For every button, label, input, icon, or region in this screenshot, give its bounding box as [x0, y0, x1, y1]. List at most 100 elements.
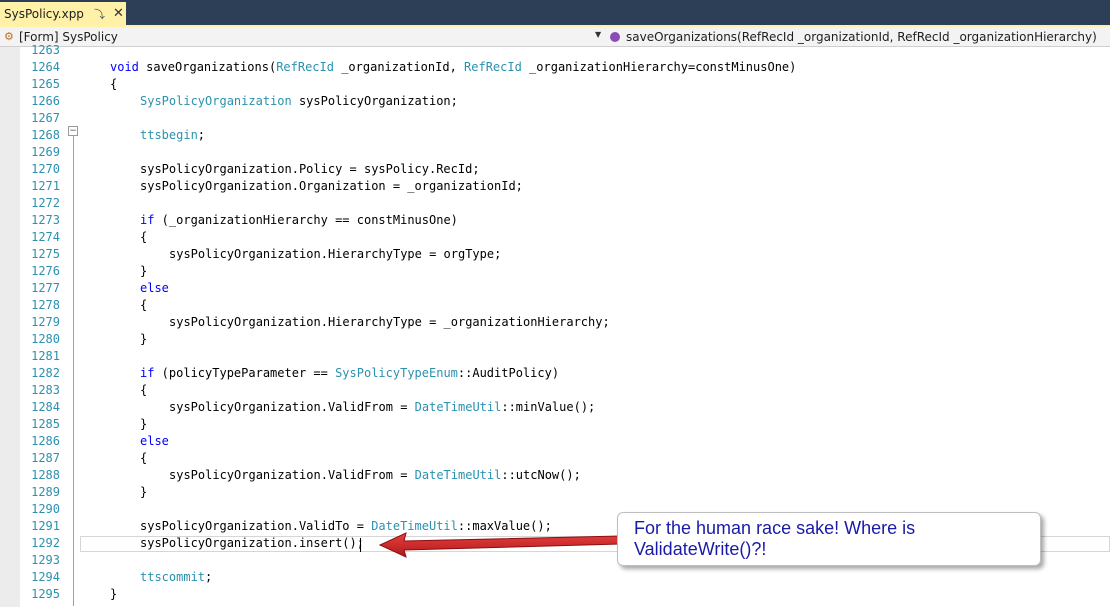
line-number: 1282: [31, 366, 60, 380]
code-line[interactable]: 1286 else: [0, 433, 1110, 450]
code-line[interactable]: 1263: [0, 42, 1110, 59]
code-token: sysPolicyOrganization.ValidFrom =: [169, 400, 415, 414]
line-number: 1283: [31, 383, 60, 397]
code-token: }: [110, 587, 118, 601]
line-number: 1295: [31, 587, 60, 601]
code-line[interactable]: 1294 ttscommit;: [0, 569, 1110, 586]
code-line[interactable]: 1268 ttsbegin;: [0, 127, 1110, 144]
callout-note: For the human race sake! Where is Valida…: [617, 512, 1041, 566]
code-line[interactable]: 1265 {: [0, 76, 1110, 93]
code-token: DateTimeUtil: [414, 468, 502, 482]
code-line[interactable]: 1285}: [0, 416, 1110, 433]
code-line[interactable]: 1267: [0, 110, 1110, 127]
code-line[interactable]: 1278 {: [0, 297, 1110, 314]
line-number: 1263: [31, 43, 60, 57]
code-line[interactable]: 1289}: [0, 484, 1110, 501]
code-token: _organizationId,: [333, 60, 465, 74]
line-number: 1266: [31, 94, 60, 108]
text-caret: [360, 538, 361, 552]
line-number: 1272: [31, 196, 60, 210]
code-text: void saveOrganizations(RefRecId _organiz…: [110, 59, 796, 76]
line-number: 1268: [31, 128, 60, 142]
code-line[interactable]: 1284 sysPolicyOrganization.ValidFrom = Da…: [0, 399, 1110, 416]
code-line[interactable]: 1281: [0, 348, 1110, 365]
code-token: ttscommit: [140, 570, 206, 584]
code-text: ttsbegin;: [140, 127, 205, 144]
chevron-down-icon[interactable]: ▼: [595, 30, 601, 39]
code-line[interactable]: 1269: [0, 144, 1110, 161]
code-token: sysPolicyOrganization;: [291, 94, 458, 108]
line-number: 1290: [31, 502, 60, 516]
code-token: sysPolicyOrganization.ValidFrom =: [169, 468, 415, 482]
code-line[interactable]: 1270 sysPolicyOrganization.Policy = sysPo…: [0, 161, 1110, 178]
line-number: 1287: [31, 451, 60, 465]
code-token: ;: [205, 570, 213, 584]
code-line[interactable]: 1277 else: [0, 280, 1110, 297]
line-number: 1280: [31, 332, 60, 346]
document-tab-strip: SysPolicy.xpp ⤵ ✕: [0, 0, 1110, 25]
code-text: ttscommit;: [140, 569, 212, 586]
code-text: else: [140, 280, 169, 297]
code-line[interactable]: 1272: [0, 195, 1110, 212]
code-line[interactable]: 1275 sysPolicyOrganization.HierarchyType …: [0, 246, 1110, 263]
collapse-outline-icon[interactable]: −: [68, 126, 78, 136]
code-line[interactable]: 1295}: [0, 586, 1110, 603]
code-token: sysPolicyOrganization.Policy = sysPolicy…: [140, 162, 480, 176]
code-token: }: [140, 485, 148, 499]
code-line[interactable]: 1264 void saveOrganizations(RefRecId _org…: [0, 59, 1110, 76]
outline-guide: [73, 136, 74, 606]
code-token: (_organizationHierarchy == constMinusOne…: [154, 213, 458, 227]
line-number: 1273: [31, 213, 60, 227]
code-line[interactable]: 1280}: [0, 331, 1110, 348]
red-arrow-annotation: [378, 532, 621, 558]
code-token: ::utcNow();: [501, 468, 581, 482]
line-number: 1265: [31, 77, 60, 91]
code-line[interactable]: 1279 sysPolicyOrganization.HierarchyType …: [0, 314, 1110, 331]
line-number: 1270: [31, 162, 60, 176]
code-text: sysPolicyOrganization.Organization = _or…: [140, 178, 523, 195]
code-text: {: [140, 297, 147, 314]
code-text: }: [140, 331, 147, 348]
code-line[interactable]: 1276}: [0, 263, 1110, 280]
code-token: saveOrganizations(: [138, 60, 277, 74]
code-text: {: [110, 76, 117, 93]
tab-title: SysPolicy.xpp: [4, 6, 84, 21]
code-text: }: [140, 416, 147, 433]
code-line[interactable]: 1266 SysPolicyOrganization sysPolicyOrgan…: [0, 93, 1110, 110]
close-icon[interactable]: ✕: [113, 6, 124, 21]
pin-icon[interactable]: ⤵: [94, 6, 105, 22]
code-token: sysPolicyOrganization.HierarchyType = or…: [169, 247, 502, 261]
tab-syspolicy-xpp[interactable]: SysPolicy.xpp ⤵ ✕: [0, 2, 126, 25]
code-line[interactable]: 1287 {: [0, 450, 1110, 467]
code-line[interactable]: 1283 {: [0, 382, 1110, 399]
line-number: 1289: [31, 485, 60, 499]
code-token: (policyTypeParameter ==: [154, 366, 336, 380]
code-text: }: [140, 484, 147, 501]
line-number: 1264: [31, 60, 60, 74]
code-text: sysPolicyOrganization.ValidFrom = DateTi…: [169, 467, 581, 484]
code-text: {: [140, 382, 147, 399]
code-line[interactable]: 1273 if (_organizationHierarchy == constM…: [0, 212, 1110, 229]
code-token: SysPolicyTypeEnum: [335, 366, 458, 380]
code-text: {: [140, 450, 147, 467]
code-token: }: [140, 417, 148, 431]
line-number: 1275: [31, 247, 60, 261]
code-text: sysPolicyOrganization.HierarchyType = or…: [169, 246, 501, 263]
code-text: {: [140, 229, 147, 246]
code-line[interactable]: 1282 if (policyTypeParameter == SysPolicy…: [0, 365, 1110, 382]
code-line[interactable]: 1271 sysPolicyOrganization.Organization =…: [0, 178, 1110, 195]
code-token: {: [140, 230, 148, 244]
code-line[interactable]: 1274 {: [0, 229, 1110, 246]
line-number: 1274: [31, 230, 60, 244]
code-text: SysPolicyOrganization sysPolicyOrganizat…: [140, 93, 458, 110]
line-number: 1285: [31, 417, 60, 431]
code-token: _organizationHierarchy=constMinusOne): [521, 60, 797, 74]
code-token: ::minValue();: [501, 400, 596, 414]
code-token: SysPolicyOrganization: [140, 94, 292, 108]
line-number: 1267: [31, 111, 60, 125]
line-number: 1286: [31, 434, 60, 448]
line-number: 1294: [31, 570, 60, 584]
line-number: 1279: [31, 315, 60, 329]
code-token: DateTimeUtil: [414, 400, 502, 414]
code-line[interactable]: 1288 sysPolicyOrganization.ValidFrom = Da…: [0, 467, 1110, 484]
